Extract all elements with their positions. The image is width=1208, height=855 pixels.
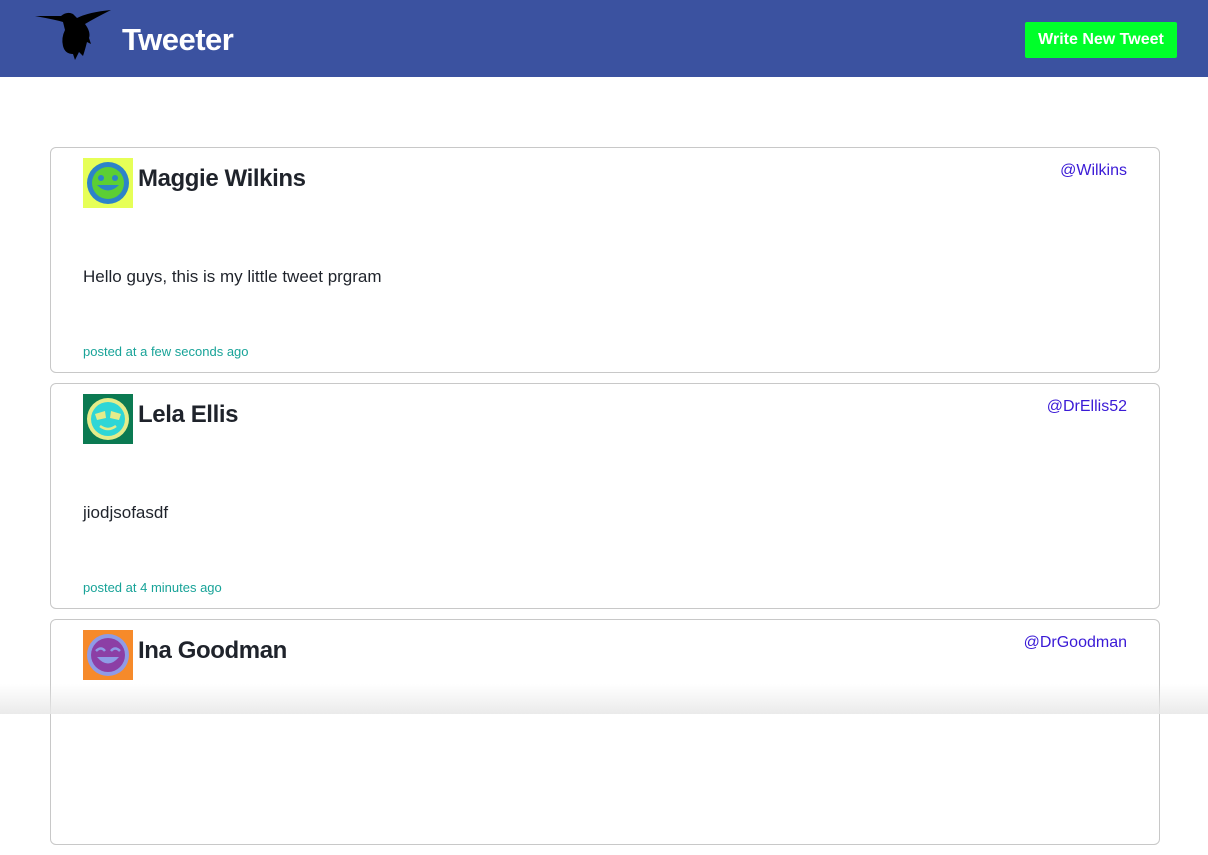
author-handle[interactable]: @DrGoodman <box>1024 633 1127 653</box>
tweet-timestamp: posted at a few seconds ago <box>83 344 249 359</box>
tweet-timestamp: posted at 4 minutes ago <box>83 580 222 595</box>
tweet-content: Hello guys, this is my little tweet prgr… <box>83 267 382 286</box>
author-handle[interactable]: @DrEllis52 <box>1047 397 1127 417</box>
author-name: Ina Goodman <box>138 637 287 664</box>
tweet-card: Lela Ellis @DrEllis52 jiodjsofasdf poste… <box>50 383 1160 609</box>
write-new-tweet-button[interactable]: Write New Tweet <box>1025 22 1177 58</box>
hummingbird-icon <box>33 4 113 64</box>
app-brand[interactable]: Tweeter <box>122 21 234 59</box>
tweet-content: jiodjsofasdf <box>83 503 169 522</box>
tweet-card: Maggie Wilkins @Wilkins Hello guys, this… <box>50 147 1160 373</box>
top-navbar: Tweeter Write New Tweet <box>0 0 1208 77</box>
author-name: Maggie Wilkins <box>138 165 306 192</box>
author-handle[interactable]: @Wilkins <box>1060 161 1127 181</box>
sleepy-face-avatar-icon <box>83 394 133 444</box>
author-name: Lela Ellis <box>138 401 239 428</box>
laughing-face-avatar-icon <box>83 630 133 680</box>
tweet-card: Ina Goodman @DrGoodman <box>50 619 1160 845</box>
smiley-avatar-icon <box>83 158 133 208</box>
tweet-feed: Maggie Wilkins @Wilkins Hello guys, this… <box>50 147 1160 855</box>
